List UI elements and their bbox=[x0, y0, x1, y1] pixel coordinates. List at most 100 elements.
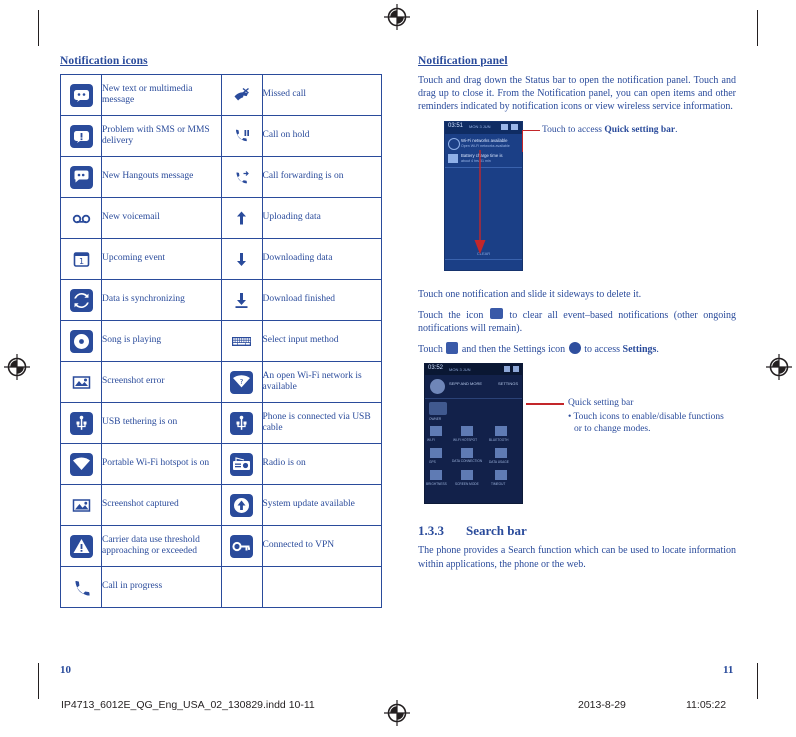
quick-setting-bar-bullet: • Touch icons to enable/disable function… bbox=[568, 412, 724, 435]
screenshot-line2: Open Wi-Fi networks available bbox=[461, 143, 510, 148]
screenshot2-avatar bbox=[430, 379, 445, 395]
call-on-hold-icon bbox=[230, 125, 253, 148]
table-row: New voicemail Uploading data bbox=[60, 197, 382, 239]
row-label: Select input method bbox=[261, 320, 382, 362]
settings-paragraph-c: to access bbox=[584, 344, 621, 356]
svg-text:?: ? bbox=[240, 378, 244, 386]
call-on-hold-icon-cell bbox=[220, 115, 263, 157]
music-icon-cell bbox=[60, 320, 102, 362]
row-label: An open Wi-Fi network is available bbox=[261, 361, 382, 403]
clear-paragraph-a: Touch the icon bbox=[418, 309, 484, 321]
row-label: Portable Wi-Fi hotspot is on bbox=[101, 443, 222, 485]
clear-all-icon bbox=[489, 307, 503, 319]
open-wifi-icon: ? bbox=[230, 370, 253, 394]
call-in-progress-icon bbox=[70, 576, 93, 599]
table-row: Problem with SMS or MMS delivery Call on… bbox=[60, 115, 382, 157]
screenshot2-user-label: SEPP AND MORE bbox=[449, 381, 483, 387]
clear-notifications-paragraph: Touch the icon to clear all event–based … bbox=[418, 307, 736, 335]
quick-setting-leader bbox=[526, 403, 564, 405]
call-forwarding-icon bbox=[230, 166, 253, 189]
usb-connected-icon bbox=[230, 411, 253, 435]
right-column: Notification panel Touch and drag down t… bbox=[418, 55, 736, 578]
new-message-icon bbox=[69, 83, 93, 107]
page-number-left: 10 bbox=[60, 664, 71, 676]
callout-leader-line bbox=[522, 129, 540, 131]
screenshot2-menu-icon bbox=[513, 366, 519, 373]
all-apps-icon bbox=[446, 342, 459, 355]
voicemail-icon-cell bbox=[60, 197, 102, 239]
download-icon bbox=[230, 248, 253, 271]
notification-panel-paragraph: Touch and drag down the Status bar to op… bbox=[418, 75, 736, 113]
registration-mark-left bbox=[4, 354, 30, 380]
search-bar-paragraph: The phone provides a Search function whi… bbox=[418, 545, 736, 570]
row-label: Call in progress bbox=[101, 566, 222, 608]
table-row: 1 Upcoming event Downloading data bbox=[60, 238, 382, 280]
left-column: Notification icons New text or multimedi… bbox=[60, 55, 382, 608]
row-label: Screenshot captured bbox=[101, 484, 222, 526]
screenshot-error-icon bbox=[70, 371, 93, 394]
portable-hotspot-icon-cell bbox=[60, 443, 102, 485]
row-label: Upcoming event bbox=[101, 238, 222, 280]
section-number: 1.3.3 bbox=[418, 523, 444, 539]
row-label: New voicemail bbox=[101, 197, 222, 239]
crop-mark-right-bottom bbox=[757, 663, 758, 699]
quick-settings-screenshot: 03:52 MON 3 JUN SEPP AND MORE SETTINGS O… bbox=[424, 363, 523, 505]
screenshot2-settings-label: SETTINGS bbox=[497, 381, 518, 387]
radio-icon-cell bbox=[220, 443, 263, 485]
registration-mark-bottom bbox=[384, 700, 410, 726]
empty-cell-label bbox=[261, 566, 382, 608]
usb-connected-icon-cell bbox=[220, 402, 263, 444]
registration-mark-top bbox=[384, 4, 410, 30]
settings-access-paragraph: Touch and then the Settings icon to acce… bbox=[418, 342, 736, 356]
system-update-icon bbox=[230, 493, 253, 517]
status-battery-icon bbox=[511, 123, 518, 130]
notification-icons-table: New text or multimedia message Missed ca… bbox=[60, 74, 382, 608]
hangouts-icon bbox=[69, 165, 93, 189]
row-label: Missed call bbox=[261, 74, 382, 116]
sms-delivery-problem-icon bbox=[69, 124, 93, 148]
sms-delivery-problem-icon-cell bbox=[60, 115, 102, 157]
keyboard-icon-cell bbox=[220, 320, 263, 362]
settings-paragraph-end: . bbox=[656, 344, 659, 356]
svg-text:1: 1 bbox=[78, 257, 83, 266]
notification-panel-screenshot: 03:51 MON 3 JUN Wi-Fi networks available… bbox=[444, 120, 523, 271]
table-row: Carrier data use threshold approaching o… bbox=[60, 525, 382, 567]
row-label: Phone is connected via USB cable bbox=[261, 402, 382, 444]
settings-paragraph-bold: Settings bbox=[622, 344, 657, 356]
row-label: System update available bbox=[261, 484, 382, 526]
row-label: Uploading data bbox=[261, 197, 382, 239]
row-label: Download finished bbox=[261, 279, 382, 321]
notification-panel-heading: Notification panel bbox=[418, 55, 508, 67]
table-row: Call in progress bbox=[60, 566, 382, 608]
screenshot-date: MON 3 JUN bbox=[469, 124, 491, 130]
call-in-progress-icon-cell bbox=[60, 566, 102, 608]
radio-icon bbox=[230, 452, 253, 476]
status-signal-icon bbox=[501, 123, 508, 130]
section-title: Search bar bbox=[466, 523, 527, 539]
row-label: New Hangouts message bbox=[101, 156, 222, 198]
callout-leader-down bbox=[522, 129, 524, 152]
screenshot2-clock: 03:52 bbox=[428, 365, 444, 372]
usb-tethering-icon bbox=[69, 411, 93, 435]
download-icon-cell bbox=[220, 238, 263, 280]
calendar-event-icon: 1 bbox=[70, 248, 93, 271]
carrier-data-warning-icon-cell bbox=[60, 525, 102, 567]
table-row: Portable Wi-Fi hotspot is on Radio is on bbox=[60, 443, 382, 485]
settings-gear-icon bbox=[568, 342, 581, 355]
screenshot-captured-icon-cell bbox=[60, 484, 102, 526]
screenshot2-date: MON 3 JUN bbox=[449, 366, 471, 372]
notification-icons-heading: Notification icons bbox=[60, 55, 148, 67]
quick-setting-bar-callout: Quick setting bar • Touch icons to enabl… bbox=[568, 397, 733, 435]
imprint-time: 11:05:22 bbox=[686, 699, 727, 711]
settings-paragraph-a: Touch bbox=[418, 344, 443, 356]
row-label: Call forwarding is on bbox=[261, 156, 382, 198]
table-row: New Hangouts message Call forwarding is … bbox=[60, 156, 382, 198]
page: Notification icons New text or multimedi… bbox=[0, 0, 796, 737]
row-label: USB tethering is on bbox=[101, 402, 222, 444]
screenshot-captured-icon bbox=[70, 494, 93, 517]
download-finished-icon bbox=[230, 289, 253, 312]
row-label: New text or multimedia message bbox=[101, 74, 222, 116]
table-row: Screenshot error ? An open Wi-Fi network… bbox=[60, 361, 382, 403]
open-wifi-icon-cell: ? bbox=[220, 361, 263, 403]
upload-icon-cell bbox=[220, 197, 263, 239]
